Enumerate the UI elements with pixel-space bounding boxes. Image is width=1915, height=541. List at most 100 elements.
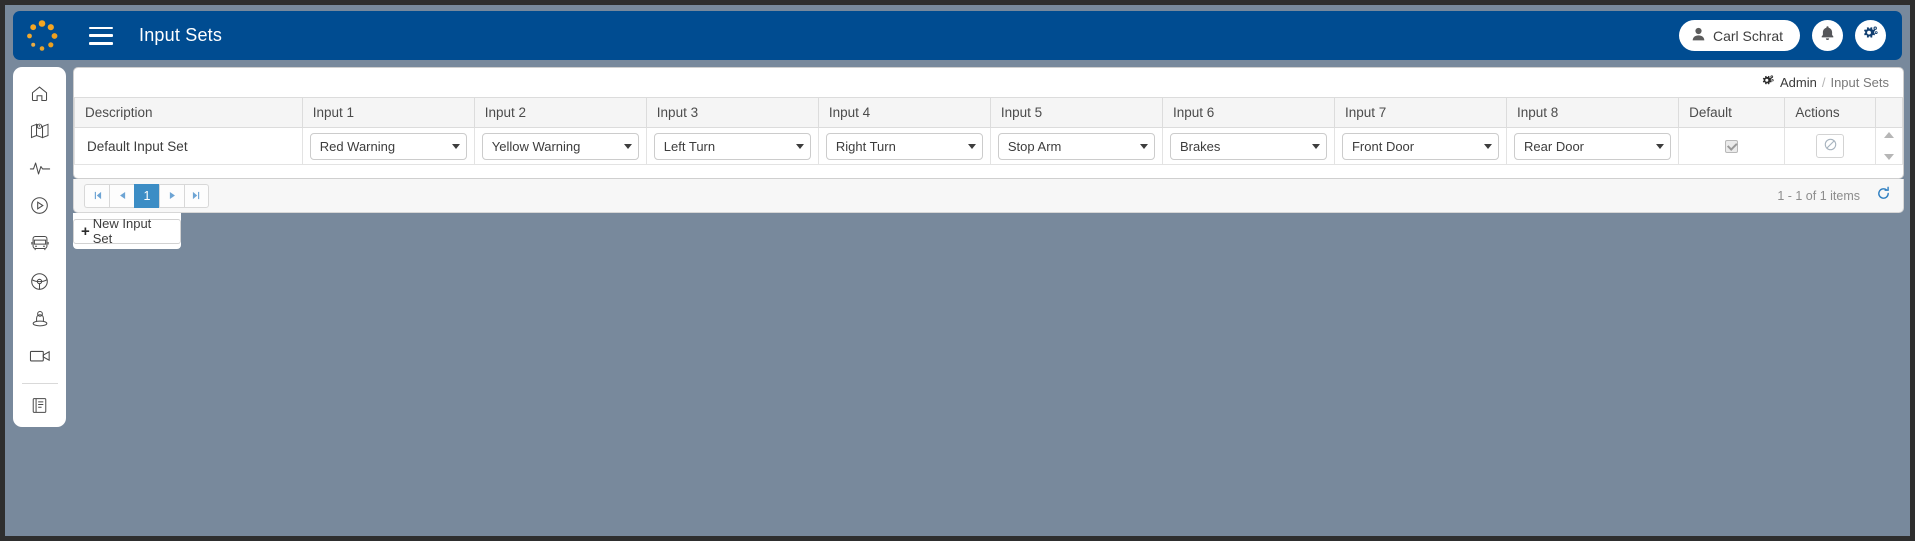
column-header-input-5[interactable]: Input 5	[990, 97, 1163, 128]
cell-input-7: Front Door	[1334, 127, 1508, 165]
spinner-logo-icon[interactable]	[23, 17, 61, 55]
column-header-input-6[interactable]: Input 6	[1162, 97, 1335, 128]
sidebar-item-vehicles[interactable]	[18, 227, 62, 265]
content-panel: Admin / Input Sets Description Input 1 I…	[73, 67, 1904, 179]
header-scroll-gutter	[1875, 97, 1903, 128]
cell-actions	[1784, 127, 1877, 165]
column-header-input-7[interactable]: Input 7	[1334, 97, 1508, 128]
person-location-icon	[30, 309, 50, 333]
map-icon	[30, 121, 50, 145]
bell-icon	[1820, 25, 1835, 46]
activity-pulse-icon	[29, 160, 51, 182]
column-header-input-3[interactable]: Input 3	[646, 97, 819, 128]
chevron-down-icon	[795, 143, 804, 149]
user-icon	[1692, 27, 1705, 44]
left-sidebar	[13, 67, 66, 427]
dropdown-input-2[interactable]: Yellow Warning	[481, 132, 639, 160]
sidebar-item-drivers[interactable]	[18, 265, 62, 303]
default-checkbox[interactable]	[1725, 139, 1739, 153]
chevron-down-icon	[451, 143, 460, 149]
chevron-down-icon	[1484, 143, 1493, 149]
dropdown-input-6-value: Brakes	[1179, 138, 1221, 154]
sidebar-item-home[interactable]	[18, 77, 62, 115]
book-report-icon	[30, 396, 49, 420]
row-scroll-gutter[interactable]	[1875, 127, 1903, 165]
user-name-label: Carl Schrat	[1712, 27, 1783, 44]
breadcrumb-current: Input Sets	[1830, 75, 1889, 90]
item-count-label: 1 - 1 of 1 items	[1777, 188, 1860, 203]
dropdown-input-8[interactable]: Rear Door	[1514, 132, 1672, 160]
sidebar-divider	[21, 382, 58, 384]
page-number-1[interactable]: 1	[134, 183, 159, 208]
new-input-set-label: New Input Set	[92, 216, 152, 246]
hamburger-menu-icon[interactable]	[89, 26, 113, 45]
cell-input-3: Left Turn	[646, 127, 819, 165]
table-header-row: Description Input 1 Input 2 Input 3 Inpu…	[74, 97, 1903, 128]
steering-wheel-icon	[30, 272, 49, 296]
gear-icon	[1862, 26, 1879, 46]
page-prev-button[interactable]	[109, 183, 134, 208]
column-header-actions[interactable]: Actions	[1784, 97, 1877, 128]
sidebar-item-reports[interactable]	[18, 389, 62, 427]
delete-disabled-button[interactable]	[1816, 134, 1845, 158]
sidebar-item-activity[interactable]	[18, 152, 62, 190]
chevron-down-icon	[623, 143, 632, 149]
page-next-button[interactable]	[159, 183, 184, 208]
vertical-scroll-spinner[interactable]	[1876, 129, 1902, 163]
dropdown-input-5[interactable]: Stop Arm	[997, 132, 1155, 160]
column-header-default[interactable]: Default	[1678, 97, 1786, 128]
breadcrumb-admin-link[interactable]: Admin	[1780, 75, 1817, 90]
breadcrumb-separator: /	[1821, 75, 1826, 90]
user-menu-button[interactable]: Carl Schrat	[1678, 20, 1800, 51]
new-input-set-button[interactable]: + New Input Set	[73, 216, 181, 246]
column-header-input-2[interactable]: Input 2	[474, 97, 647, 128]
dropdown-input-1[interactable]: Red Warning	[309, 132, 467, 160]
column-header-input-4[interactable]: Input 4	[818, 97, 991, 128]
dropdown-input-7-value: Front Door	[1351, 138, 1415, 154]
cell-input-8: Rear Door	[1506, 127, 1680, 165]
header-actions: Carl Schrat	[1678, 20, 1886, 51]
settings-button[interactable]	[1855, 20, 1886, 51]
dropdown-input-2-value: Yellow Warning	[491, 138, 581, 154]
pagination-right: 1 - 1 of 1 items	[1777, 186, 1891, 206]
cell-description: Default Input Set	[74, 127, 303, 165]
pagination-buttons: 1	[84, 183, 209, 208]
dropdown-input-4[interactable]: Right Turn	[825, 132, 983, 160]
cell-input-2: Yellow Warning	[474, 127, 647, 165]
scroll-up-arrow-icon[interactable]	[1884, 132, 1895, 138]
sidebar-item-map[interactable]	[18, 115, 62, 153]
dropdown-input-7[interactable]: Front Door	[1341, 132, 1500, 160]
chevron-down-icon	[1656, 143, 1665, 149]
new-input-set-card: + New Input Set	[73, 213, 181, 249]
page-title: Input Sets	[139, 25, 223, 45]
notifications-button[interactable]	[1812, 20, 1843, 51]
cell-input-6: Brakes	[1162, 127, 1335, 165]
gear-icon	[1761, 75, 1775, 90]
cell-input-4: Right Turn	[818, 127, 991, 165]
sidebar-item-students[interactable]	[18, 302, 62, 340]
page-first-button[interactable]	[84, 183, 109, 208]
dropdown-input-6[interactable]: Brakes	[1169, 132, 1327, 160]
column-header-input-8[interactable]: Input 8	[1506, 97, 1680, 128]
sidebar-item-video[interactable]	[18, 340, 62, 378]
page-last-button[interactable]	[184, 183, 209, 208]
dropdown-input-4-value: Right Turn	[835, 138, 896, 154]
top-header-bar: Input Sets Carl Schrat	[13, 11, 1902, 60]
column-header-description[interactable]: Description	[74, 97, 303, 128]
table-row: Default Input Set Red Warning Yellow War…	[74, 127, 1903, 165]
play-circle-icon	[30, 196, 49, 220]
scroll-down-arrow-icon[interactable]	[1884, 154, 1895, 160]
refresh-button[interactable]	[1876, 186, 1891, 206]
dropdown-input-3[interactable]: Left Turn	[653, 132, 811, 160]
cell-input-1: Red Warning	[302, 127, 475, 165]
cell-input-5: Stop Arm	[990, 127, 1163, 165]
column-header-input-1[interactable]: Input 1	[302, 97, 475, 128]
input-sets-table: Description Input 1 Input 2 Input 3 Inpu…	[74, 97, 1903, 165]
dropdown-input-5-value: Stop Arm	[1007, 138, 1062, 154]
video-camera-icon	[29, 348, 51, 369]
breadcrumb: Admin / Input Sets	[74, 68, 1903, 97]
app-window: Input Sets Carl Schrat Admin / Input Set…	[0, 0, 1915, 541]
chevron-down-icon	[1311, 143, 1320, 149]
cell-default	[1678, 127, 1786, 165]
sidebar-item-playback[interactable]	[18, 190, 62, 228]
